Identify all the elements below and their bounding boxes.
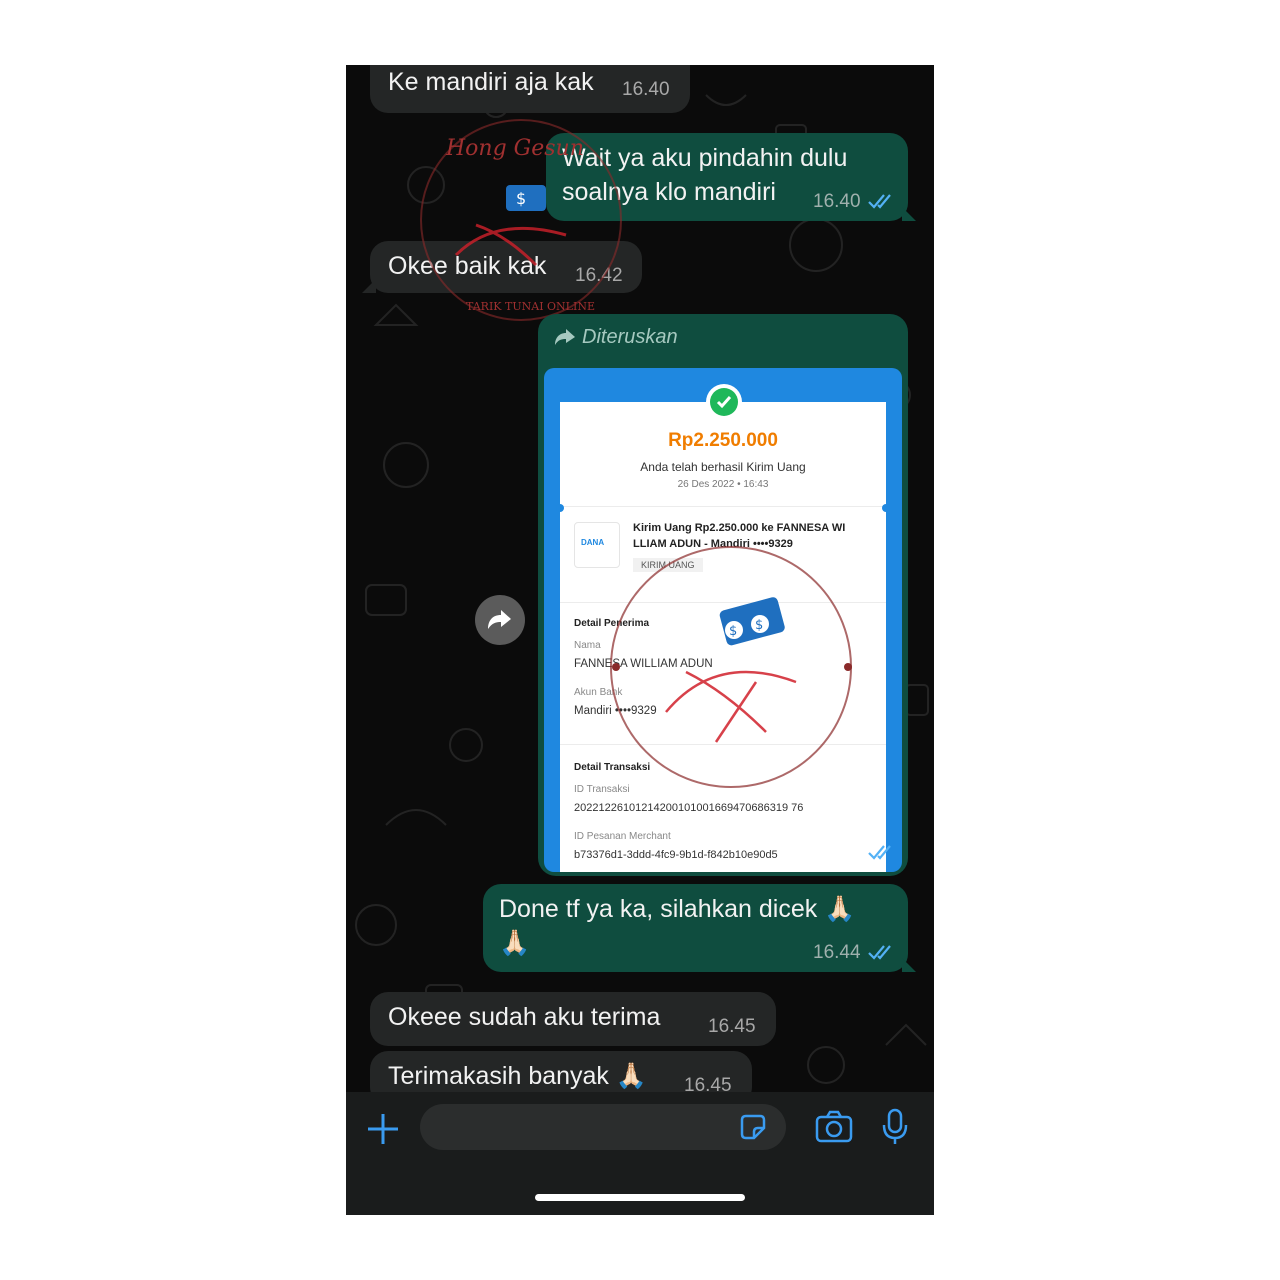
- bubble-tail: [902, 958, 916, 972]
- message-text: Terimakasih banyak 🙏🏻: [388, 1062, 648, 1090]
- svg-text:$: $: [729, 624, 737, 639]
- bubble-tail: [362, 279, 376, 293]
- message-text-line-2: 🙏🏻: [499, 929, 531, 957]
- message-text: Okeee sudah aku terima: [388, 1003, 661, 1031]
- incoming-message[interactable]: Terimakasih banyak 🙏🏻 16.45: [370, 1051, 752, 1092]
- merchant-value: b73376d1-3ddd-4fc9-9b1d-f842b10e90d5: [574, 849, 778, 861]
- double-check-icon: [868, 845, 891, 860]
- double-check-icon: [868, 194, 891, 209]
- bubble-tail: [902, 207, 916, 221]
- double-check-icon: [868, 945, 891, 960]
- chat-area[interactable]: Ke mandiri aja kak 16.40 Wait ya aku pin…: [346, 65, 934, 1092]
- svg-text:$: $: [516, 189, 526, 208]
- message-time: 16.44: [813, 841, 861, 862]
- message-text: Ke mandiri aja kak: [388, 68, 594, 96]
- message-time: 16.40: [622, 79, 670, 100]
- forwarded-label: Diteruskan: [582, 326, 678, 348]
- receipt-card: Rp2.250.000 Anda telah berhasil Kirim Ua…: [560, 402, 886, 872]
- divider: [560, 506, 886, 507]
- plus-icon[interactable]: [366, 1112, 400, 1146]
- forward-arrow-icon: [555, 329, 575, 345]
- message-time: 16.44: [813, 942, 861, 963]
- watermark-bottom-text: TARIK TUNAI ONLINE: [466, 300, 595, 313]
- watermark-logo-large: $ $: [610, 546, 852, 788]
- watermark-top-text: Hong Gesun: [445, 136, 584, 161]
- forwarded-image-message[interactable]: Diteruskan Rp2.250.000 Anda telah berhas…: [538, 314, 908, 876]
- message-input[interactable]: [420, 1104, 786, 1150]
- receipt-amount: Rp2.250.000: [668, 430, 778, 451]
- message-time: 16.40: [813, 191, 861, 212]
- incoming-message[interactable]: Okeee sudah aku terima 16.45: [370, 992, 776, 1046]
- merchant-label: ID Pesanan Merchant: [574, 831, 671, 842]
- watermark-logo-small: $ Hong Gesun TARIK TUNAI ONLINE: [420, 119, 622, 321]
- message-time: 16.45: [684, 1075, 732, 1092]
- camera-icon[interactable]: [815, 1110, 853, 1144]
- tx-id-value: 20221226101214200101001669470686319 76: [574, 802, 804, 814]
- compose-bar: [346, 1092, 934, 1215]
- receipt-right-dot: [882, 504, 890, 512]
- home-indicator[interactable]: [535, 1194, 745, 1201]
- check-icon: [710, 388, 738, 416]
- receipt-status: Anda telah berhasil Kirim Uang: [640, 460, 806, 474]
- receipt-image[interactable]: Rp2.250.000 Anda telah berhasil Kirim Ua…: [544, 368, 902, 872]
- svg-text:$: $: [755, 618, 763, 633]
- microphone-icon[interactable]: [881, 1108, 909, 1146]
- sticker-icon[interactable]: [738, 1112, 768, 1142]
- outgoing-message[interactable]: Done tf ya ka, silahkan dicek 🙏🏻 🙏🏻 16.4…: [483, 884, 908, 972]
- message-time: 16.45: [708, 1016, 756, 1037]
- message-text-line-1: Done tf ya ka, silahkan dicek 🙏🏻: [499, 895, 856, 923]
- receipt-datetime: 26 Des 2022 • 16:43: [677, 479, 769, 490]
- share-forward-icon: [488, 610, 511, 629]
- share-forward-button[interactable]: [475, 595, 525, 645]
- receipt-left-dot: [556, 504, 564, 512]
- success-badge: [706, 384, 742, 420]
- tx-title-line-1: Kirim Uang Rp2.250.000 ke FANNESA WI: [633, 522, 846, 534]
- phone-screen: Ke mandiri aja kak 16.40 Wait ya aku pin…: [346, 65, 934, 1215]
